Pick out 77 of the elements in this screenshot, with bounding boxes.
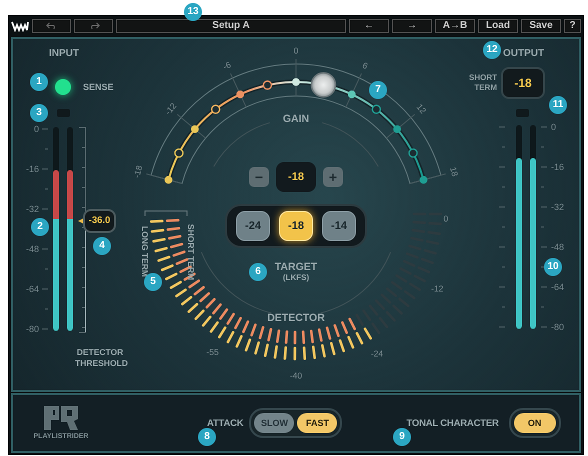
target-preset-button[interactable]: -18 <box>279 211 313 241</box>
target-preset-button[interactable]: -14 <box>322 211 356 241</box>
target-unit: (LKFS) <box>282 273 310 282</box>
divider-arc <box>200 252 272 314</box>
gain-scale-label: -12 <box>162 100 178 117</box>
undo-icon <box>46 21 58 30</box>
gain-point <box>164 176 172 184</box>
gain-scale-label: 0 <box>294 45 298 56</box>
short-term-label: SHORT TERM <box>468 73 497 93</box>
scale-label: -64 <box>24 283 39 295</box>
output-title: OUTPUT <box>503 48 544 59</box>
scale-label: -80 <box>24 323 39 335</box>
undo-button[interactable] <box>32 18 71 32</box>
detector-scale-label: -12 <box>431 283 444 294</box>
divider-arc <box>213 122 270 167</box>
gain-knob[interactable] <box>310 72 336 98</box>
gain-point <box>190 125 199 134</box>
gain-point <box>393 125 402 134</box>
target-preset-button[interactable]: -24 <box>236 211 270 241</box>
gain-point <box>174 148 184 158</box>
detector-scale-label: 0 <box>444 213 448 224</box>
scale-label: -16 <box>551 161 566 173</box>
gain-title: GAIN <box>282 112 310 125</box>
gain-scale-label: 18 <box>448 166 460 178</box>
target-title: TARGET <box>274 261 318 273</box>
logo-icon <box>11 20 29 32</box>
attack-option[interactable]: FAST <box>297 413 338 433</box>
tonal-character-button[interactable]: ON <box>514 413 556 433</box>
toolbar-button[interactable]: Load <box>478 18 518 32</box>
gain-point <box>408 148 418 158</box>
clip-indicator <box>516 109 529 117</box>
preset-name-field[interactable]: Setup A <box>116 18 346 32</box>
gain-point <box>372 104 382 114</box>
toolbar-button[interactable]: ← <box>349 18 389 32</box>
scale-label: -16 <box>24 163 39 175</box>
scale-label: -80 <box>551 321 566 333</box>
gain-point <box>348 90 356 98</box>
gain-scale-label: -18 <box>131 164 144 179</box>
tonal-character-label: TONAL CHARACTER <box>406 418 499 428</box>
sense-led[interactable] <box>55 79 71 95</box>
threshold-value[interactable]: -36.0 <box>83 208 116 233</box>
attack-label: ATTACK <box>207 418 244 428</box>
toolbar-button[interactable]: Save <box>521 18 561 32</box>
scale-label: -32 <box>24 203 39 215</box>
scale-label: -64 <box>551 281 566 293</box>
toolbar-button[interactable]: A→B <box>435 18 475 32</box>
toolbar-button[interactable]: ? <box>564 18 581 32</box>
clip-indicator <box>57 109 70 117</box>
divider-arc <box>320 252 392 314</box>
logo-icon <box>44 406 78 430</box>
scale-label: -32 <box>551 201 566 213</box>
scale-label: 0 <box>32 123 39 135</box>
detector-scale-label: -40 <box>290 370 302 380</box>
callout-badge: 13 <box>184 3 202 21</box>
bracket-line <box>144 210 188 216</box>
redo-button[interactable] <box>74 18 113 32</box>
gain-scale-label: 12 <box>414 102 428 116</box>
gain-point <box>210 104 220 114</box>
gain-scale-label: 6 <box>360 60 370 72</box>
scale-label: -48 <box>551 241 566 253</box>
short-term-value: -18 <box>501 67 545 99</box>
gain-point <box>420 176 428 184</box>
sense-label: SENSE <box>83 82 114 92</box>
detector-scale-label: -24 <box>370 348 384 359</box>
gain-point <box>292 78 300 86</box>
input-title: INPUT <box>49 48 79 59</box>
scale-label: 0 <box>551 121 558 133</box>
detector-title: DETECTOR <box>267 312 325 324</box>
short-term-label: SHORT TERM <box>186 224 196 280</box>
divider-arc <box>322 122 379 167</box>
toolbar-button[interactable]: → <box>392 18 432 32</box>
gain-point <box>236 90 244 98</box>
target-value: -18 <box>276 162 316 192</box>
scale-label: -48 <box>24 243 39 255</box>
detector-scale-label: -55 <box>206 347 219 358</box>
detector-threshold-label: DETECTOR THRESHOLD <box>75 347 125 369</box>
gain-scale-label: -6 <box>221 59 232 72</box>
